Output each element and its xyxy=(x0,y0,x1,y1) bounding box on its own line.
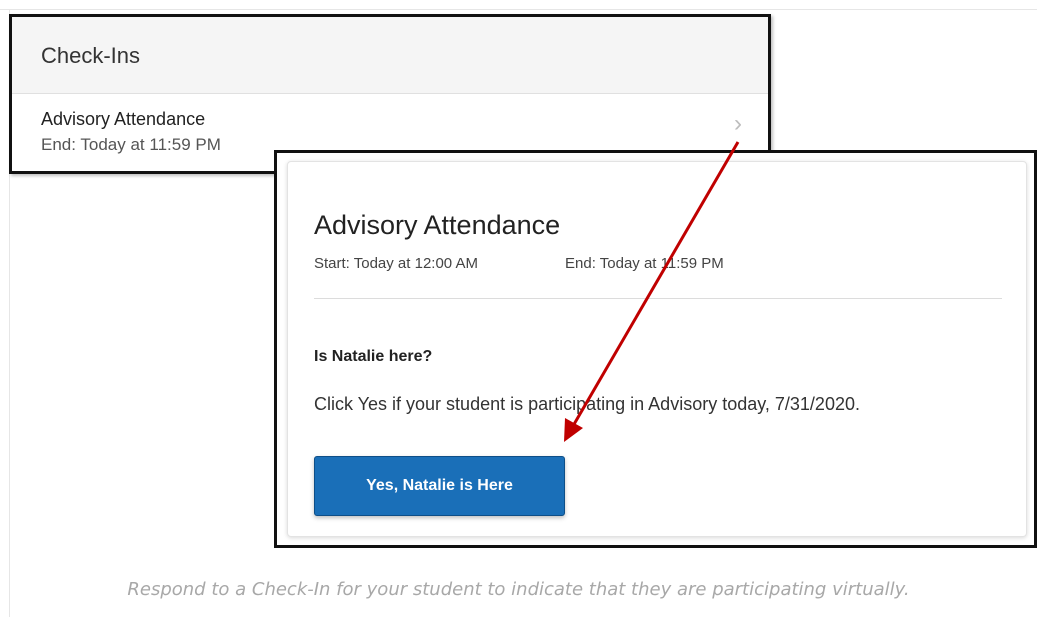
caption: Respond to a Check-In for your student t… xyxy=(127,579,910,600)
checkin-item-title: Advisory Attendance xyxy=(41,109,206,129)
page-frame-top xyxy=(0,9,1037,10)
checkins-header: Check-Ins xyxy=(12,17,768,94)
detail-question: Is Natalie here? xyxy=(314,348,433,365)
detail-title: Advisory Attendance xyxy=(314,210,561,240)
chevron-right-icon[interactable]: › xyxy=(734,112,742,136)
yes-here-button[interactable]: Yes, Natalie is Here xyxy=(314,456,565,516)
checkin-detail-panel: Advisory Attendance Start: Today at 12:0… xyxy=(274,150,1037,548)
detail-instruction: Click Yes if your student is participati… xyxy=(314,394,860,414)
detail-start: Start: Today at 12:00 AM xyxy=(314,255,478,272)
checkin-item-advisory[interactable]: Advisory Attendance End: Today at 11:59 … xyxy=(12,94,768,158)
detail-end: End: Today at 11:59 PM xyxy=(565,255,724,272)
checkin-detail-card: Advisory Attendance Start: Today at 12:0… xyxy=(287,161,1027,537)
detail-divider xyxy=(314,298,1002,299)
